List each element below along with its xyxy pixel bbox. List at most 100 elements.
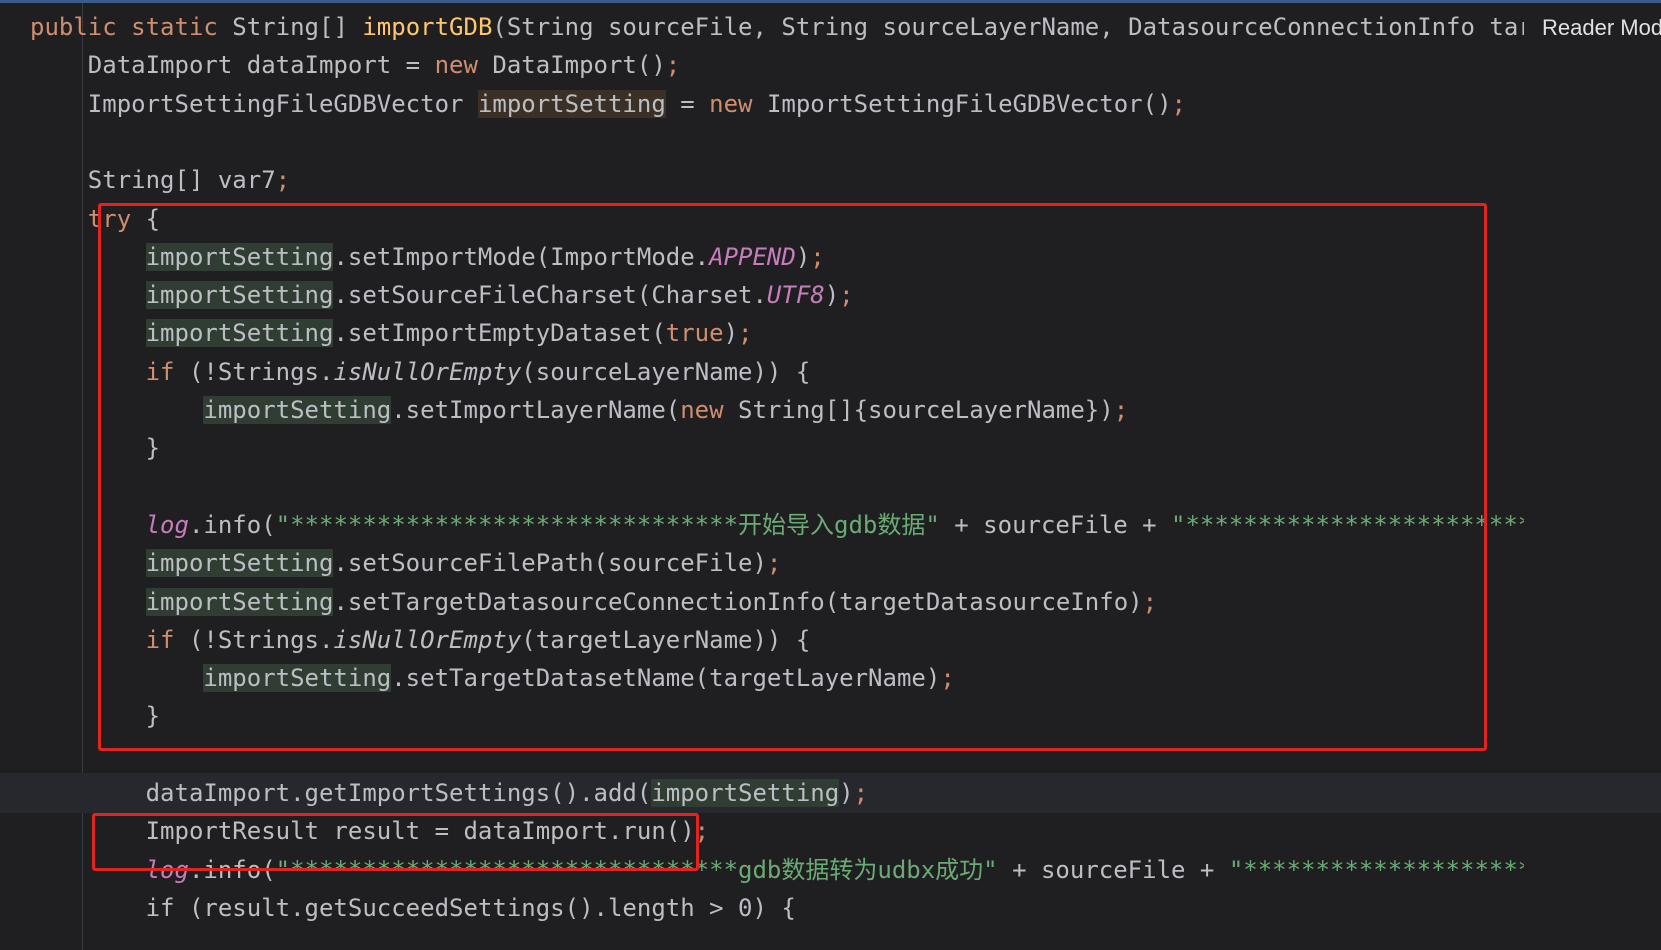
code-line[interactable]: importSetting.setTargetDatasourceConnect… bbox=[0, 582, 1661, 622]
code-token: ; bbox=[694, 817, 710, 846]
code-token: = bbox=[665, 89, 710, 118]
code-line[interactable]: try { bbox=[0, 199, 1661, 239]
code-line-content: DataImport dataImport = new DataImport()… bbox=[30, 45, 1524, 85]
code-line[interactable] bbox=[0, 467, 1661, 507]
code-line[interactable]: dataImport.getImportSettings().add(impor… bbox=[0, 773, 1661, 813]
code-line[interactable]: importSetting.setSourceFileCharset(Chars… bbox=[0, 275, 1661, 315]
code-token: .setImportEmptyDataset( bbox=[333, 319, 666, 348]
code-line[interactable]: importSetting.setImportMode(ImportMode.A… bbox=[0, 237, 1661, 277]
code-token: importSetting bbox=[203, 664, 392, 693]
code-line[interactable]: if (!Strings.isNullOrEmpty(targetLayerNa… bbox=[0, 620, 1661, 660]
code-token: importGDB bbox=[362, 13, 493, 41]
code-token: try bbox=[87, 204, 132, 233]
code-token: importSetting bbox=[145, 587, 334, 616]
code-line-content: if (!Strings.isNullOrEmpty(sourceLayerNa… bbox=[30, 352, 1524, 392]
code-token: APPEND bbox=[709, 242, 796, 271]
code-token: .setTargetDatasourceConnectionInfo(targe… bbox=[333, 587, 1143, 616]
code-token: } bbox=[30, 434, 161, 463]
code-token: isNullOrEmpty bbox=[333, 357, 522, 386]
code-token: String[]{sourceLayerName}) bbox=[738, 396, 1114, 424]
code-line[interactable]: DataImport dataImport = new DataImport()… bbox=[0, 45, 1661, 85]
code-token: UTF8 bbox=[766, 281, 825, 310]
code-token: (String sourceFile, String sourceLayerNa… bbox=[492, 13, 1524, 41]
code-line[interactable]: if (!Strings.isNullOrEmpty(sourceLayerNa… bbox=[0, 352, 1661, 392]
code-line[interactable]: log.info("******************************… bbox=[0, 505, 1661, 545]
code-line[interactable]: if (result.getSucceedSettings().length >… bbox=[0, 888, 1661, 928]
reader-mode-button[interactable]: Reader Mode bbox=[1534, 11, 1661, 45]
code-token: isNullOrEmpty bbox=[333, 625, 522, 654]
code-line-content: if (!Strings.isNullOrEmpty(targetLayerNa… bbox=[30, 620, 1524, 660]
code-token: "*******************************gdb数据转为u… bbox=[275, 855, 998, 884]
code-line[interactable] bbox=[0, 122, 1661, 162]
code-token: "***************************" bbox=[1171, 510, 1524, 539]
code-line-content: importSetting.setTargetDatasetName(targe… bbox=[30, 658, 1524, 698]
code-token: + sourceFile + bbox=[997, 855, 1229, 884]
code-token: String[] var7 bbox=[30, 166, 276, 195]
code-token: importSetting bbox=[203, 396, 392, 424]
code-token: ; bbox=[839, 281, 854, 310]
code-line[interactable]: ImportResult result = dataImport.run(); bbox=[0, 811, 1661, 851]
code-line[interactable]: public static String[] importGDB(String … bbox=[0, 7, 1661, 47]
code-token: "*******************************开始导入gdb数… bbox=[275, 510, 940, 539]
code-token: importSetting bbox=[145, 242, 334, 271]
code-line-content: if (result.getSucceedSettings().length >… bbox=[30, 888, 1524, 928]
code-token: .info( bbox=[188, 855, 276, 884]
code-line-content: String[] var7; bbox=[30, 160, 1524, 200]
code-token: ) bbox=[795, 242, 811, 271]
code-token: ) bbox=[723, 319, 739, 348]
code-token: ; bbox=[810, 242, 825, 271]
code-line-content: importSetting.setSourceFileCharset(Chars… bbox=[30, 275, 1524, 315]
code-token: new bbox=[709, 89, 767, 118]
code-line[interactable]: ImportSettingFileGDBVector importSetting… bbox=[0, 84, 1661, 124]
code-line[interactable]: } bbox=[0, 428, 1661, 468]
code-token: ; bbox=[665, 51, 681, 80]
code-token: ; bbox=[1113, 396, 1129, 424]
code-line-content: log.info("******************************… bbox=[30, 850, 1524, 890]
code-token: new bbox=[680, 396, 739, 424]
code-line[interactable]: importSetting.setImportLayerName(new Str… bbox=[0, 390, 1661, 430]
code-token: .setSourceFilePath(sourceFile) bbox=[333, 549, 767, 578]
code-line[interactable]: String[] var7; bbox=[0, 160, 1661, 200]
code-line-content: public static String[] importGDB(String … bbox=[30, 7, 1524, 47]
code-token: .setTargetDatasetName(targetLayerName) bbox=[391, 664, 941, 693]
code-token: if bbox=[145, 357, 175, 386]
code-token: new bbox=[434, 51, 493, 80]
code-line[interactable]: log.info("******************************… bbox=[0, 850, 1661, 890]
code-token: if (result.getSucceedSettings().length >… bbox=[30, 893, 796, 922]
code-line[interactable]: importSetting.setSourceFilePath(sourceFi… bbox=[0, 543, 1661, 583]
code-token: if bbox=[145, 625, 175, 654]
code-token: .setSourceFileCharset(Charset. bbox=[333, 281, 767, 310]
code-token: ; bbox=[1142, 587, 1158, 616]
code-token: ; bbox=[738, 319, 753, 348]
code-line-content: importSetting.setImportMode(ImportMode.A… bbox=[30, 237, 1524, 277]
code-line-content: } bbox=[30, 428, 1524, 468]
code-editor[interactable]: public static String[] importGDB(String … bbox=[0, 3, 1661, 950]
code-line[interactable] bbox=[0, 735, 1661, 775]
code-token: log bbox=[145, 510, 189, 539]
code-line[interactable]: } bbox=[0, 696, 1661, 736]
code-token: importSetting bbox=[145, 549, 334, 578]
code-line-content bbox=[30, 122, 1524, 162]
code-token: .info( bbox=[188, 510, 276, 539]
code-line[interactable]: importSetting.setTargetDatasetName(targe… bbox=[0, 658, 1661, 698]
code-line-content: dataImport.getImportSettings().add(impor… bbox=[30, 773, 1524, 813]
code-token: log bbox=[145, 855, 189, 884]
code-line[interactable]: importSetting.setImportEmptyDataset(true… bbox=[0, 313, 1661, 353]
code-token: importSetting bbox=[145, 281, 334, 310]
code-line-content: importSetting.setImportLayerName(new Str… bbox=[30, 390, 1524, 430]
code-token: public static bbox=[30, 13, 233, 41]
code-line-content: importSetting.setTargetDatasourceConnect… bbox=[30, 582, 1524, 622]
code-token: String[] bbox=[232, 13, 363, 41]
code-token: ; bbox=[940, 664, 955, 693]
code-token: } bbox=[30, 702, 161, 731]
code-token: (sourceLayerName)) { bbox=[521, 357, 811, 386]
code-token: ImportResult result = dataImport.run() bbox=[30, 817, 695, 846]
